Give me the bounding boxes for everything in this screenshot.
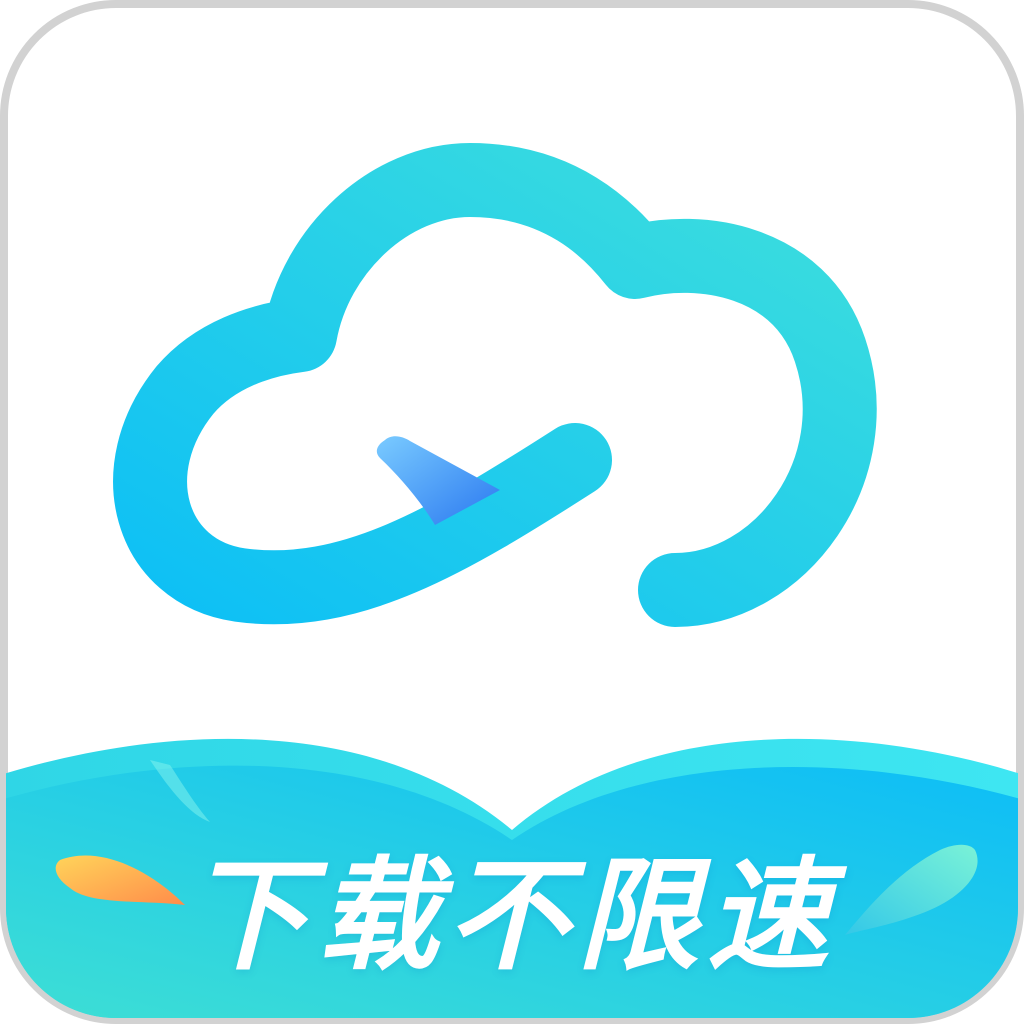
app-icon: 下载不限速 (0, 0, 1024, 1024)
slogan-text: 下载不限速 (187, 845, 837, 987)
